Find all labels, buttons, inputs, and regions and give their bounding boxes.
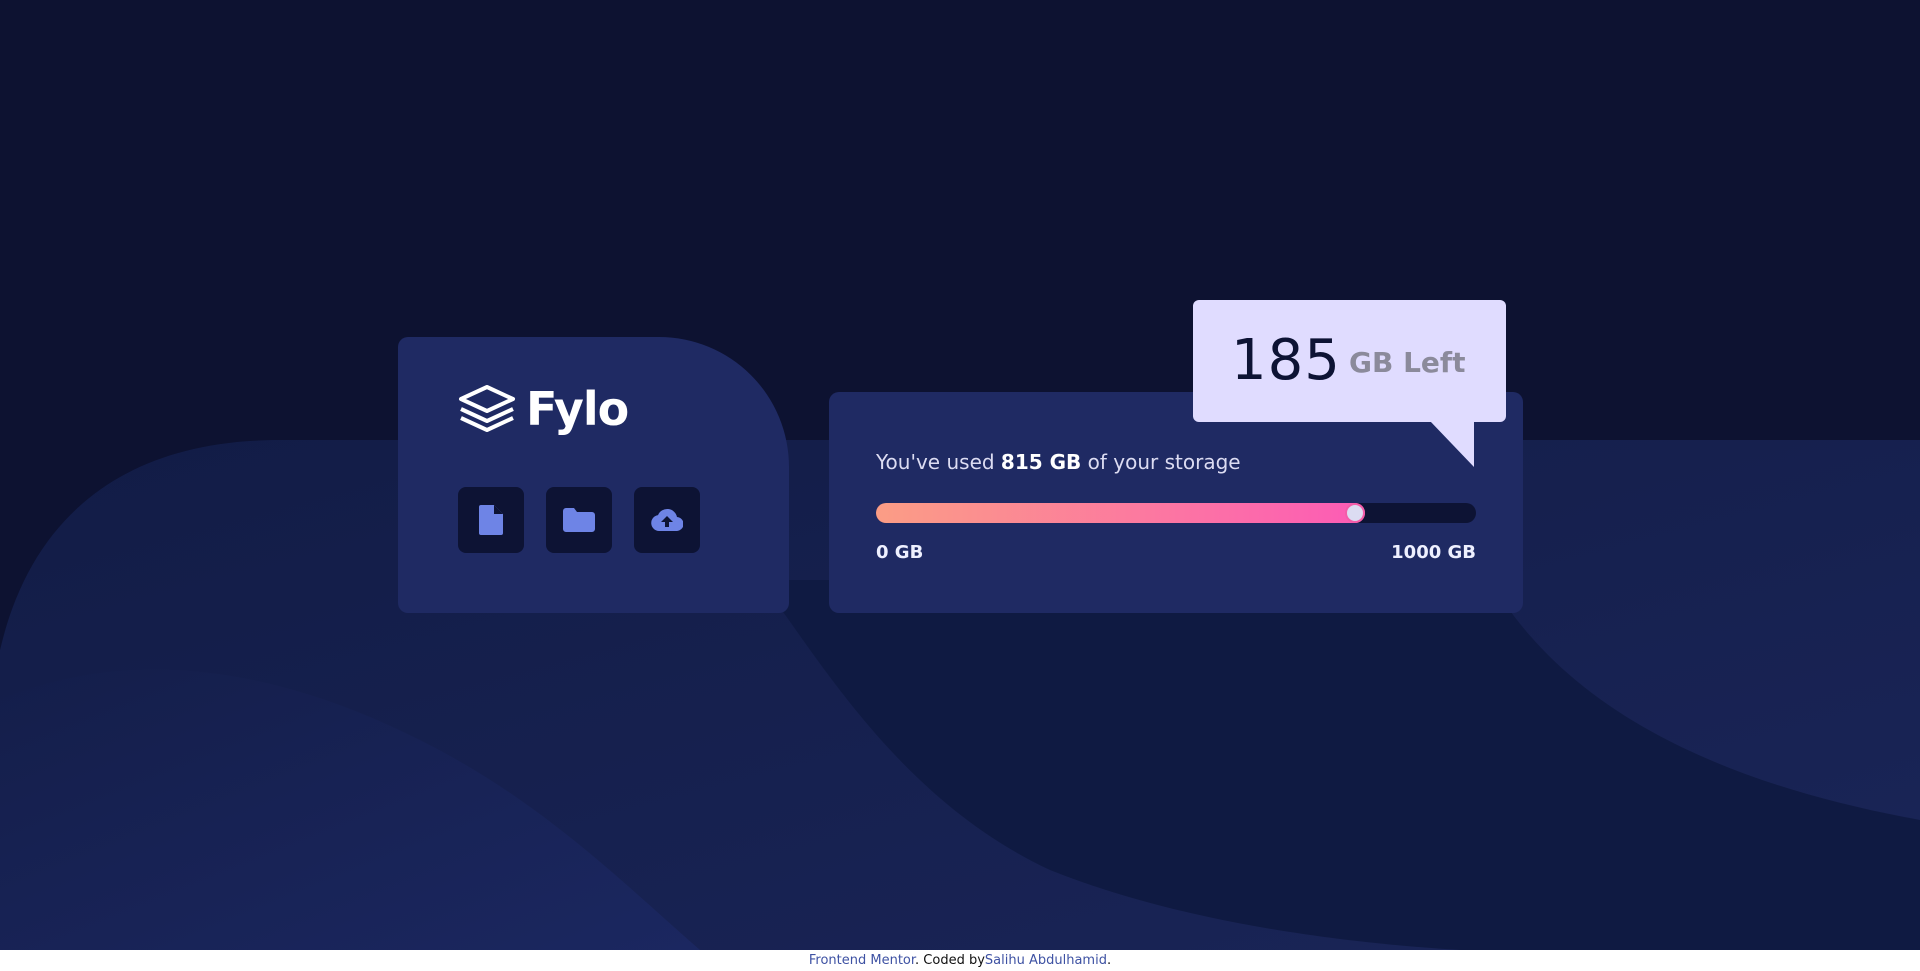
used-amount: 815 GB: [1000, 450, 1082, 474]
author-link[interactable]: Salihu Abdulhamid: [985, 953, 1107, 968]
cloud-upload-icon: [651, 509, 683, 531]
range-min-label: 0 GB: [876, 542, 924, 563]
upload-button[interactable]: [634, 487, 700, 553]
attribution-footer: Frontend Mentor. Coded bySalihu Abdulham…: [0, 950, 1920, 971]
bubble-tail: [1430, 421, 1474, 467]
remaining-number: 185: [1231, 328, 1341, 393]
usage-suffix: of your storage: [1081, 450, 1241, 474]
folder-button[interactable]: [546, 487, 612, 553]
remaining-label: GB Left: [1349, 346, 1466, 379]
progress-knob: [1345, 503, 1365, 523]
range-max-label: 1000 GB: [1391, 542, 1476, 563]
footer-end-text: .: [1106, 953, 1112, 968]
brand-name: Fylo: [526, 382, 629, 436]
usage-prefix: You've used: [876, 450, 1001, 474]
storage-progress-bar: [876, 503, 1476, 523]
footer-mid-text: . Coded by: [915, 953, 985, 968]
document-icon: [479, 505, 503, 535]
progress-fill: [876, 503, 1365, 523]
brand-logo: Fylo: [458, 382, 629, 436]
document-button[interactable]: [458, 487, 524, 553]
logo-card: Fylo: [398, 337, 789, 613]
usage-text: You've used 815 GB of your storage: [876, 450, 1241, 474]
remaining-bubble: 185 GB Left: [1193, 300, 1506, 422]
storage-card: You've used 815 GB of your storage 0 GB …: [829, 392, 1523, 613]
file-actions: [458, 487, 700, 553]
folder-icon: [563, 508, 595, 532]
layers-icon: [459, 385, 515, 432]
frontend-mentor-link[interactable]: Frontend Mentor: [809, 953, 915, 968]
